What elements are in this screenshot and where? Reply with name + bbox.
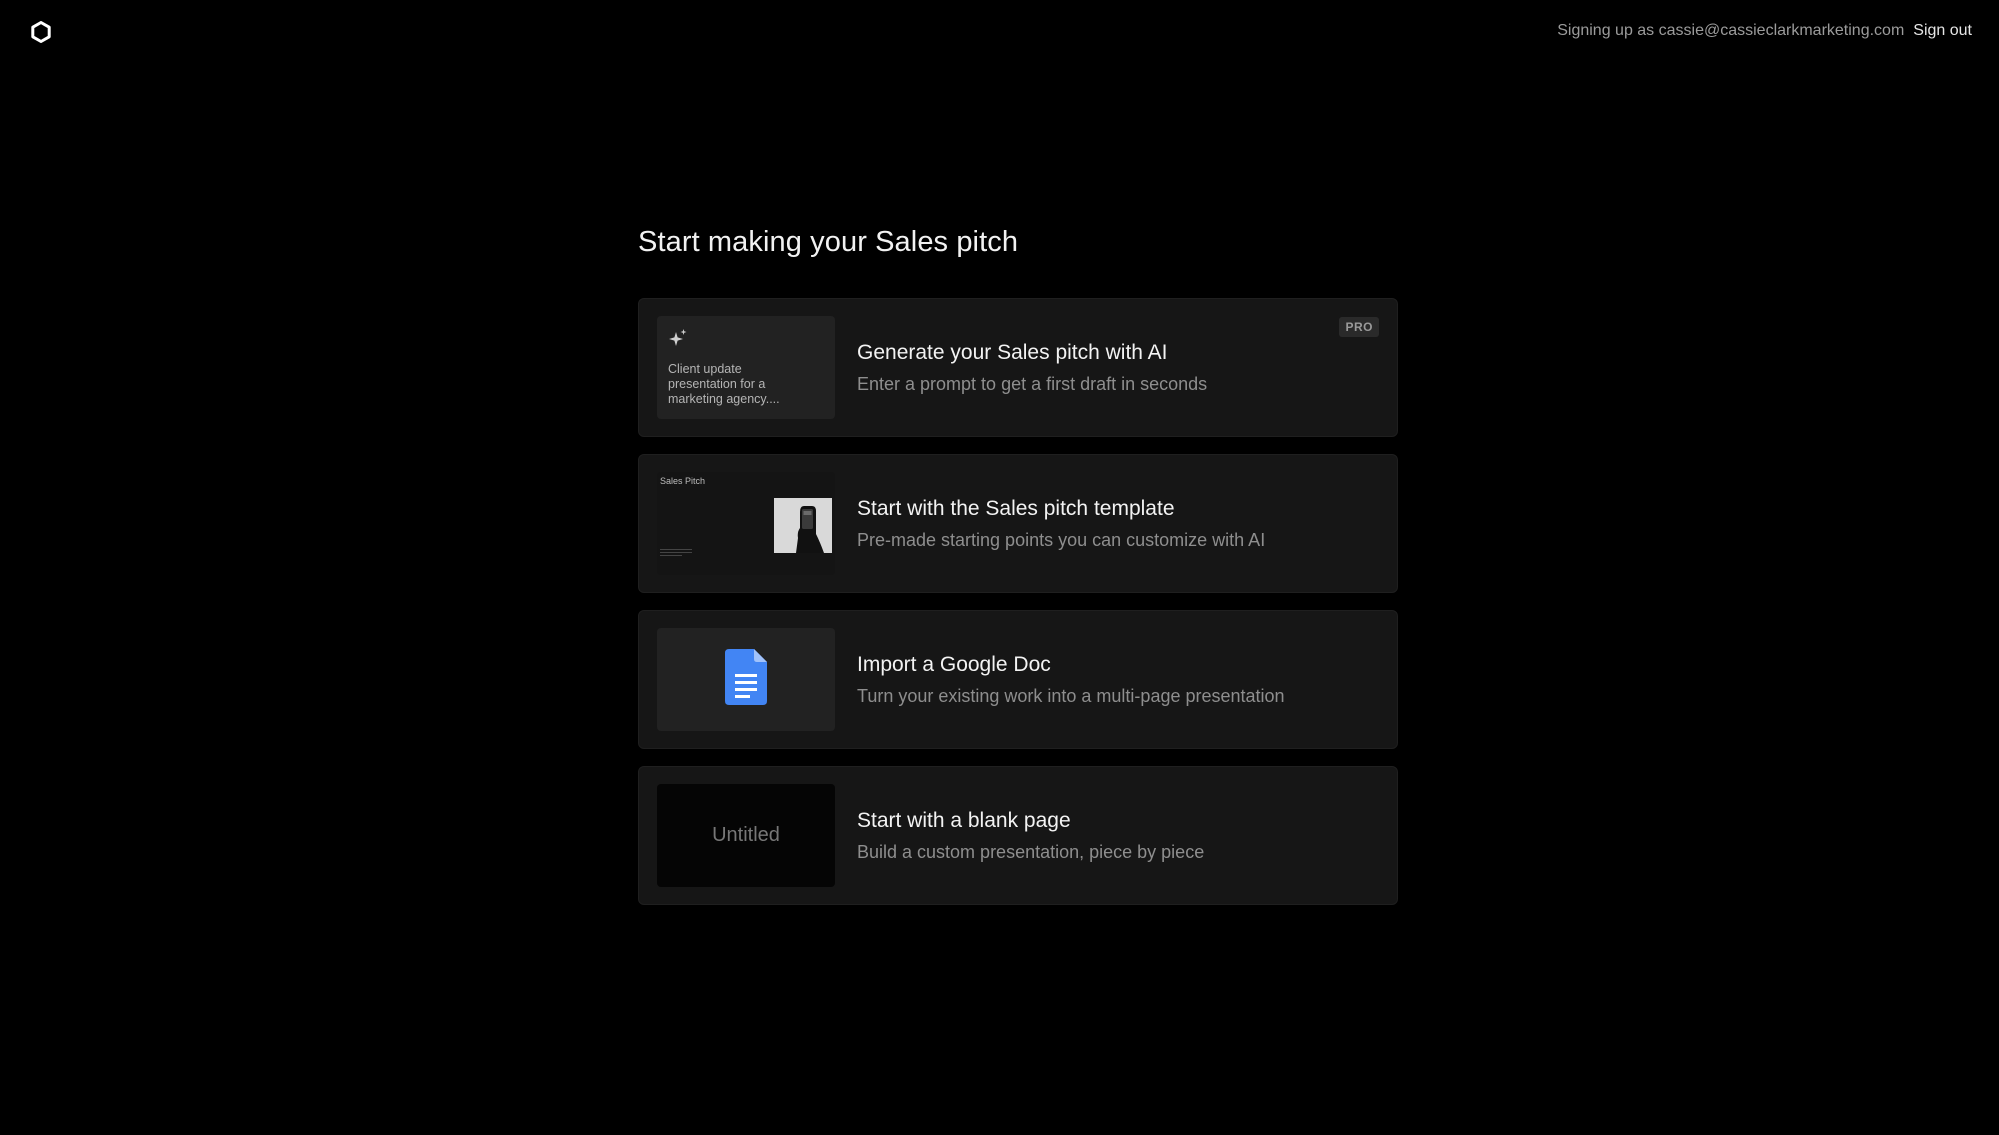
account-info: Signing up as cassie@cassieclarkmarketin… <box>1557 22 1972 40</box>
card-description: Pre-made starting points you can customi… <box>857 530 1266 550</box>
generate-with-ai-card[interactable]: Client update presentation for a marketi… <box>638 298 1398 437</box>
card-text: Start with a blank page Build a custom p… <box>857 807 1204 864</box>
sign-out-link[interactable]: Sign out <box>1913 22 1972 40</box>
blank-page-card[interactable]: Untitled Start with a blank page Build a… <box>638 766 1398 905</box>
top-bar: Signing up as cassie@cassieclarkmarketin… <box>0 0 1999 64</box>
untitled-label: Untitled <box>712 824 780 846</box>
card-description: Build a custom presentation, piece by pi… <box>857 842 1205 862</box>
card-title: Generate your Sales pitch with AI <box>857 341 1168 364</box>
ai-thumbnail: Client update presentation for a marketi… <box>657 316 835 419</box>
main-content: Start making your Sales pitch Client upd… <box>638 222 1398 905</box>
logo-ring-icon[interactable] <box>29 20 53 44</box>
phone-photo-image <box>774 498 832 553</box>
card-description: Enter a prompt to get a first draft in s… <box>857 374 1208 394</box>
ai-prompt-preview: Client update presentation for a marketi… <box>668 362 780 406</box>
import-google-doc-card[interactable]: Import a Google Doc Turn your existing w… <box>638 610 1398 749</box>
template-thumbnail: Sales Pitch <box>657 472 835 575</box>
card-text: Generate your Sales pitch with AI Enter … <box>857 339 1207 396</box>
blank-page-thumbnail: Untitled <box>657 784 835 887</box>
card-title: Start with the Sales pitch template <box>857 497 1175 520</box>
card-title: Import a Google Doc <box>857 653 1051 676</box>
card-title: Start with a blank page <box>857 809 1071 832</box>
template-text-lines <box>660 547 692 556</box>
google-doc-thumbnail <box>657 628 835 731</box>
sparkle-icon <box>668 328 688 353</box>
template-thumb-label: Sales Pitch <box>660 476 706 486</box>
page-title: Start making your Sales pitch <box>638 226 1019 258</box>
start-options: Client update presentation for a marketi… <box>638 298 1398 905</box>
card-description: Turn your existing work into a multi-pag… <box>857 686 1285 706</box>
signing-up-text: Signing up as cassie@cassieclarkmarketin… <box>1557 22 1905 39</box>
google-doc-icon <box>725 649 767 710</box>
card-text: Start with the Sales pitch template Pre-… <box>857 495 1265 552</box>
pro-badge: PRO <box>1339 317 1379 337</box>
sales-pitch-template-card[interactable]: Sales Pitch Start with the Sales pitch t… <box>638 454 1398 593</box>
card-text: Import a Google Doc Turn your existing w… <box>857 651 1285 708</box>
